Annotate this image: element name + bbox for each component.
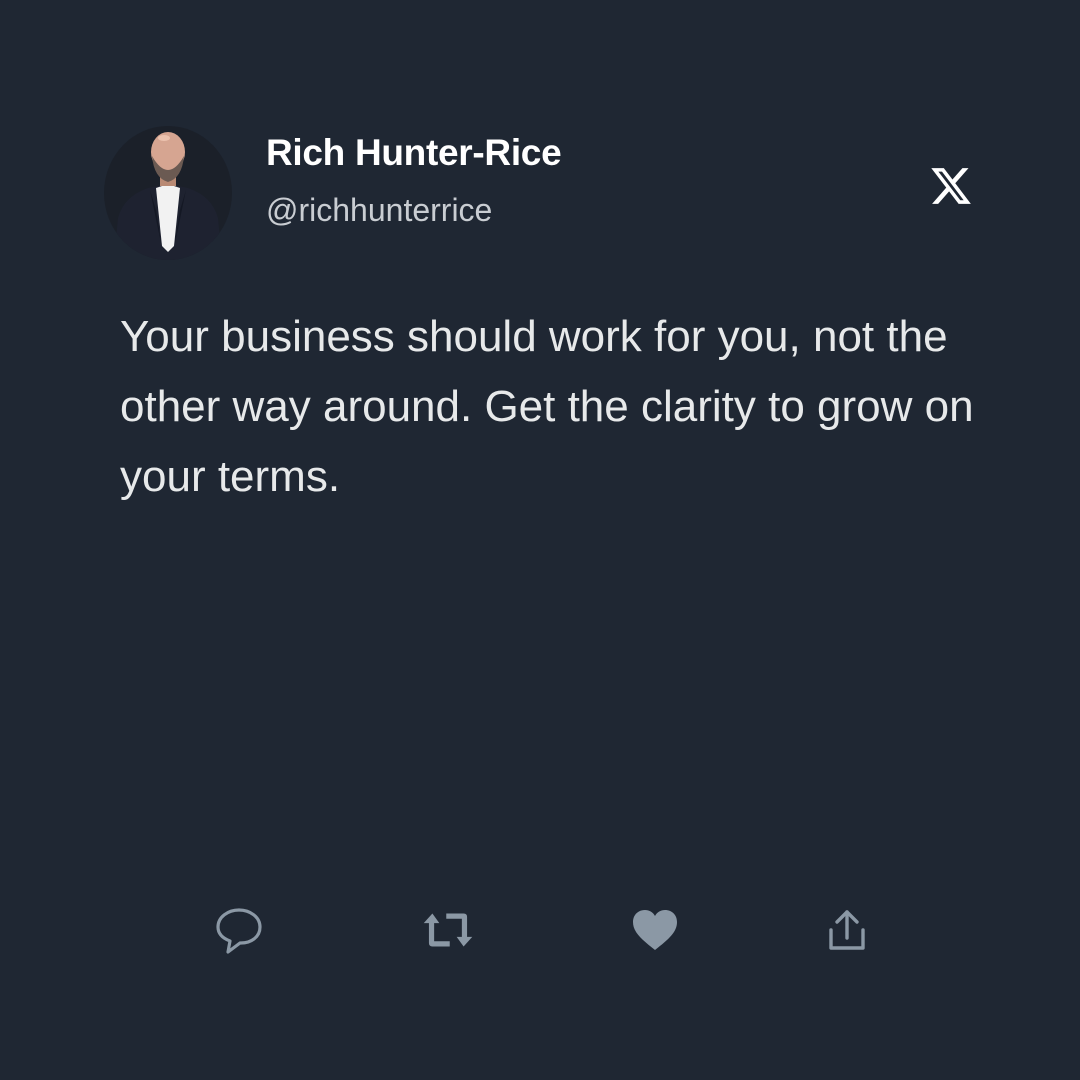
share-button[interactable] xyxy=(821,904,873,956)
x-logo-icon xyxy=(928,164,974,208)
share-icon xyxy=(829,910,865,950)
tweet-text: Your business should work for you, not t… xyxy=(120,312,974,501)
retweet-icon xyxy=(423,913,473,947)
like-icon xyxy=(633,910,677,950)
display-name[interactable]: Rich Hunter-Rice xyxy=(266,132,562,174)
reply-icon xyxy=(216,908,262,954)
avatar-image xyxy=(104,126,232,260)
avatar[interactable] xyxy=(104,126,232,260)
like-button[interactable] xyxy=(629,904,681,956)
retweet-button[interactable] xyxy=(422,904,474,956)
handle[interactable]: @richhunterrice xyxy=(266,192,492,229)
reply-button[interactable] xyxy=(213,904,265,956)
tweet-card: Rich Hunter-Rice @richhunterrice Your bu… xyxy=(0,0,1080,1080)
